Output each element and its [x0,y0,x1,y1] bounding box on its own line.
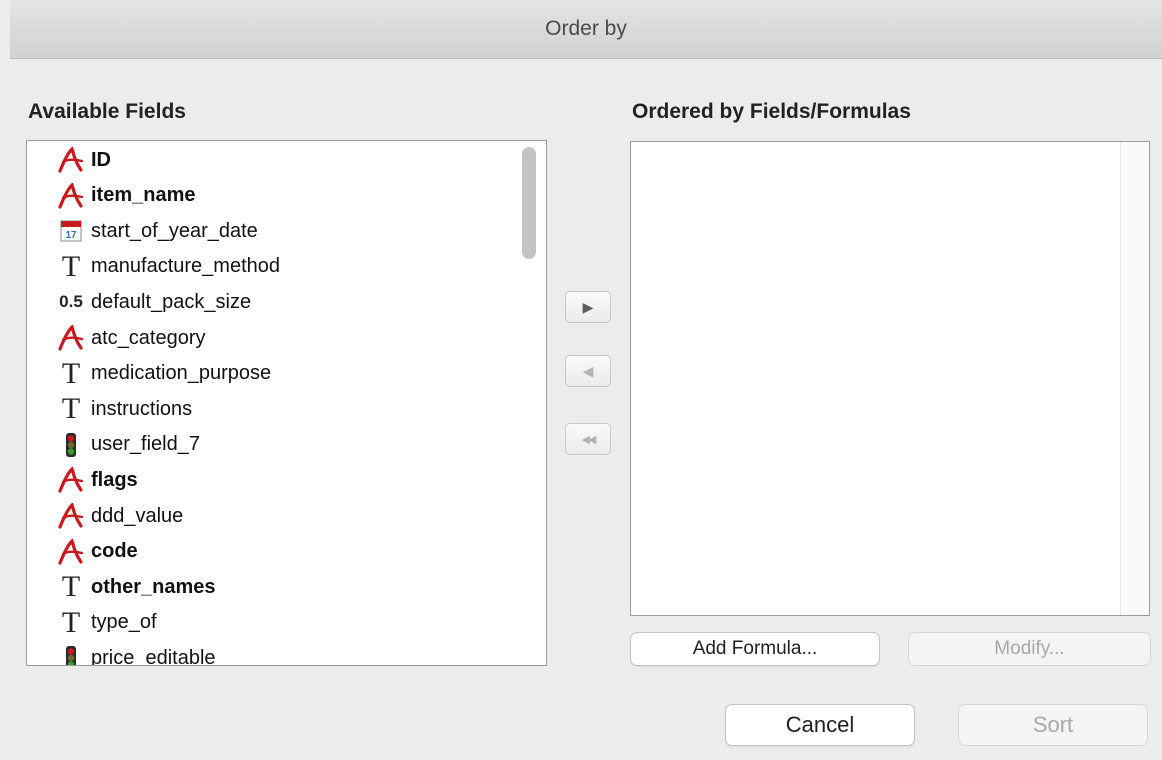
field-row[interactable]: Tother_names [53,570,216,604]
double-left-arrow-icon: ◀◀ [581,433,597,446]
ordered-list-gutter [1120,142,1149,615]
available-fields-label: Available Fields [28,100,186,123]
field-row[interactable]: Tmedication_purpose [53,357,271,391]
text-icon: T [61,356,81,390]
sort-button[interactable]: Sort [958,704,1148,746]
remove-field-button[interactable]: ◀ [565,355,611,387]
field-name: start_of_year_date [91,219,258,242]
remove-all-fields-button[interactable]: ◀◀ [565,423,611,455]
title-bar: Order by [10,0,1162,59]
modify-button[interactable]: Modify... [908,632,1151,666]
field-row[interactable]: atc_category [53,321,206,355]
text-icon: T [61,570,81,604]
field-row[interactable]: price_editable [53,641,216,666]
field-row[interactable]: Ttype_of [53,606,157,640]
left-arrow-icon: ◀ [582,362,594,379]
calendar-icon: 17 [53,216,89,246]
svg-text:17: 17 [65,230,77,241]
field-name: manufacture_method [91,255,281,278]
field-name: user_field_7 [91,433,200,456]
boolean-icon [53,643,89,665]
field-name: atc_category [91,326,206,349]
field-row[interactable]: user_field_7 [53,428,200,462]
field-name: instructions [91,397,193,420]
text-icon: T [61,249,81,283]
field-name: ddd_value [91,504,184,527]
field-name: type_of [91,611,157,634]
alpha-icon [53,323,89,353]
field-name: ID [91,148,111,171]
field-name: medication_purpose [91,362,272,385]
field-row[interactable]: flags [53,463,138,497]
field-name: item_name [91,184,196,207]
field-row[interactable]: item_name [53,179,196,213]
alpha-icon [53,537,89,567]
ordered-fields-list[interactable] [630,141,1150,616]
field-row[interactable]: 17 start_of_year_date [53,214,258,248]
field-name: flags [91,468,138,491]
field-row[interactable]: ddd_value [53,499,183,533]
alpha-icon [53,465,89,495]
ordered-fields-label: Ordered by Fields/Formulas [632,100,911,123]
alpha-icon [53,181,89,211]
field-name: code [91,540,138,563]
available-fields-list[interactable]: ID item_name 17 start_of_year_date Tmanufact… [26,140,547,666]
add-field-button[interactable]: ▶ [565,291,611,323]
window-title: Order by [545,17,627,40]
boolean-icon [53,430,89,460]
field-row[interactable]: Tinstructions [53,392,192,426]
field-name: price_editable [91,646,216,666]
field-name: other_names [91,575,216,598]
fields-scrollbar-thumb[interactable] [522,147,536,259]
add-formula-button[interactable]: Add Formula... [630,632,880,666]
field-row[interactable]: code [53,535,138,569]
real-number-icon: 0.5 [59,292,83,312]
field-row[interactable]: 0.5 default_pack_size [53,285,251,319]
field-name: default_pack_size [91,290,252,313]
cancel-button[interactable]: Cancel [725,704,915,746]
field-row[interactable]: Tmanufacture_method [53,250,280,284]
text-icon: T [61,605,81,639]
field-row[interactable]: ID [53,143,111,177]
text-icon: T [61,392,81,426]
right-arrow-icon: ▶ [582,298,594,315]
alpha-icon [53,501,89,531]
alpha-icon [53,145,89,175]
